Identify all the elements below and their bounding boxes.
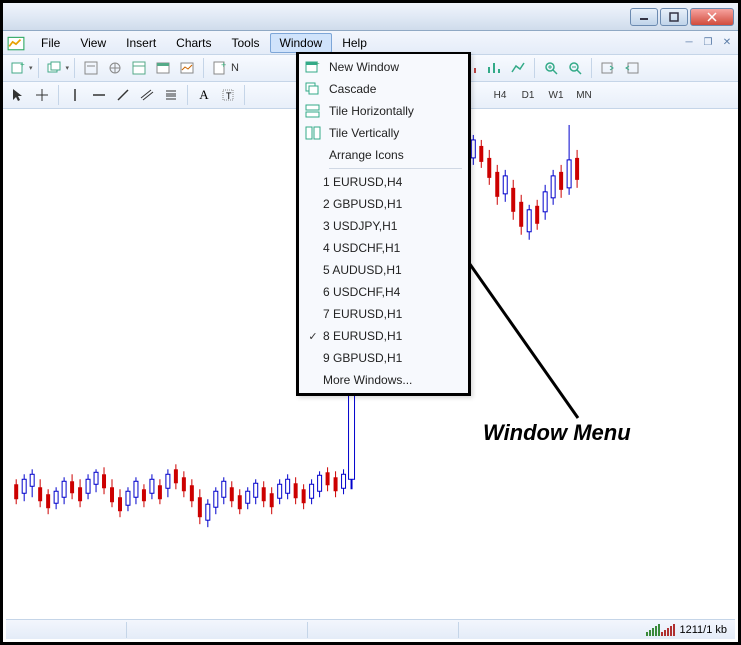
menu-separator [329,168,462,169]
menu-window-9[interactable]: 9 GBPUSD,H1 [299,347,468,369]
text-label-button[interactable]: A [193,84,215,106]
mdi-controls: ─ ❐ ✕ [680,35,736,51]
menu-item-label: 9 GBPUSD,H1 [323,351,402,365]
svg-text:+: + [20,60,25,69]
window-controls [630,8,734,26]
channel-button[interactable] [136,84,158,106]
menu-item-label: Tile Vertically [329,126,399,140]
menu-tools[interactable]: Tools [222,33,270,53]
menu-tile-horizontally[interactable]: Tile Horizontally [299,100,468,122]
window-maximize-button[interactable] [660,8,688,26]
menu-item-label: 4 USDCHF,H1 [323,241,400,255]
menu-file[interactable]: File [31,33,70,53]
menu-window-8[interactable]: ✓8 EURUSD,H1 [299,325,468,347]
text-button[interactable]: T [217,84,239,106]
timeframe-w1-button[interactable]: W1 [543,85,569,105]
zoom-in-button[interactable] [540,57,562,79]
window-titlebar [3,3,738,31]
annotation-label: Window Menu [483,420,631,446]
fibonacci-button[interactable] [160,84,182,106]
crosshair-button[interactable] [31,84,53,106]
new-order-label: N [231,62,239,74]
menu-insert[interactable]: Insert [116,33,166,53]
menu-window-3[interactable]: 3 USDJPY,H1 [299,215,468,237]
menu-view[interactable]: View [70,33,116,53]
menu-window[interactable]: Window [270,33,333,53]
menu-item-label: 7 EURUSD,H1 [323,307,402,321]
menu-window-2[interactable]: 2 GBPUSD,H1 [299,193,468,215]
menu-window-4[interactable]: 4 USDCHF,H1 [299,237,468,259]
menu-item-label: Cascade [329,82,376,96]
menu-window-5[interactable]: 5 AUDUSD,H1 [299,259,468,281]
mdi-close-button[interactable]: ✕ [718,35,736,51]
app-icon [7,34,25,52]
menu-more-windows[interactable]: More Windows... [299,369,468,391]
window-close-button[interactable] [690,8,734,26]
svg-text:T: T [226,91,232,101]
chart-shift-button[interactable] [621,57,643,79]
menu-item-label: 3 USDJPY,H1 [323,219,397,233]
tile-h-icon [303,103,323,119]
menu-cascade[interactable]: Cascade [299,78,468,100]
menu-window-6[interactable]: 6 USDCHF,H4 [299,281,468,303]
menu-tile-vertically[interactable]: Tile Vertically [299,122,468,144]
menu-item-label: 6 USDCHF,H4 [323,285,400,299]
timeframe-d1-button[interactable]: D1 [515,85,541,105]
auto-scroll-button[interactable] [597,57,619,79]
new-window-icon: + [303,59,323,75]
profiles-button[interactable] [44,57,66,79]
menu-item-label: 1 EURUSD,H4 [323,175,402,189]
dropdown-arrow-icon[interactable]: ▾ [29,64,33,72]
mdi-restore-button[interactable]: ❐ [699,35,717,51]
dropdown-arrow-icon[interactable]: ▾ [66,64,70,72]
menu-item-label: 5 AUDUSD,H1 [323,263,402,277]
menu-window-1[interactable]: 1 EURUSD,H4 [299,171,468,193]
window-dropdown-menu: + New Window Cascade Tile Horizontally T… [296,52,471,396]
menu-item-label: New Window [329,60,399,74]
menu-item-label: 2 GBPUSD,H1 [323,197,402,211]
horizontal-line-button[interactable] [88,84,110,106]
menu-item-label: More Windows... [323,373,412,387]
menu-new-window[interactable]: + New Window [299,56,468,78]
check-icon: ✓ [303,330,323,343]
menu-item-label: Arrange Icons [329,148,404,162]
menu-item-label: 8 EURUSD,H1 [323,329,402,343]
connection-status[interactable]: 1211/1 kb [638,624,735,636]
menu-window-7[interactable]: 7 EURUSD,H1 [299,303,468,325]
window-minimize-button[interactable] [630,8,658,26]
connection-bars-icon [646,624,675,636]
tile-v-icon [303,125,323,141]
new-chart-button[interactable]: + [7,57,29,79]
timeframe-mn-button[interactable]: MN [571,85,597,105]
terminal-button[interactable] [152,57,174,79]
indicator-button-3[interactable] [507,57,529,79]
vertical-line-button[interactable] [64,84,86,106]
market-watch-button[interactable] [80,57,102,79]
trendline-button[interactable] [112,84,134,106]
strategy-tester-button[interactable] [176,57,198,79]
data-window-button[interactable] [128,57,150,79]
svg-text:+: + [315,60,320,68]
menu-item-label: Tile Horizontally [329,104,414,118]
statusbar: 1211/1 kb [6,619,735,639]
connection-text: 1211/1 kb [679,624,727,636]
menu-arrange-icons[interactable]: Arrange Icons [299,144,468,166]
cascade-icon [303,81,323,97]
timeframe-h4-button[interactable]: H4 [487,85,513,105]
mdi-minimize-button[interactable]: ─ [680,35,698,51]
menu-charts[interactable]: Charts [166,33,221,53]
svg-text:+: + [221,60,226,70]
new-order-button[interactable]: + [209,57,231,79]
navigator-button[interactable] [104,57,126,79]
cursor-button[interactable] [7,84,29,106]
zoom-out-button[interactable] [564,57,586,79]
menu-help[interactable]: Help [332,33,377,53]
indicator-button-2[interactable] [483,57,505,79]
